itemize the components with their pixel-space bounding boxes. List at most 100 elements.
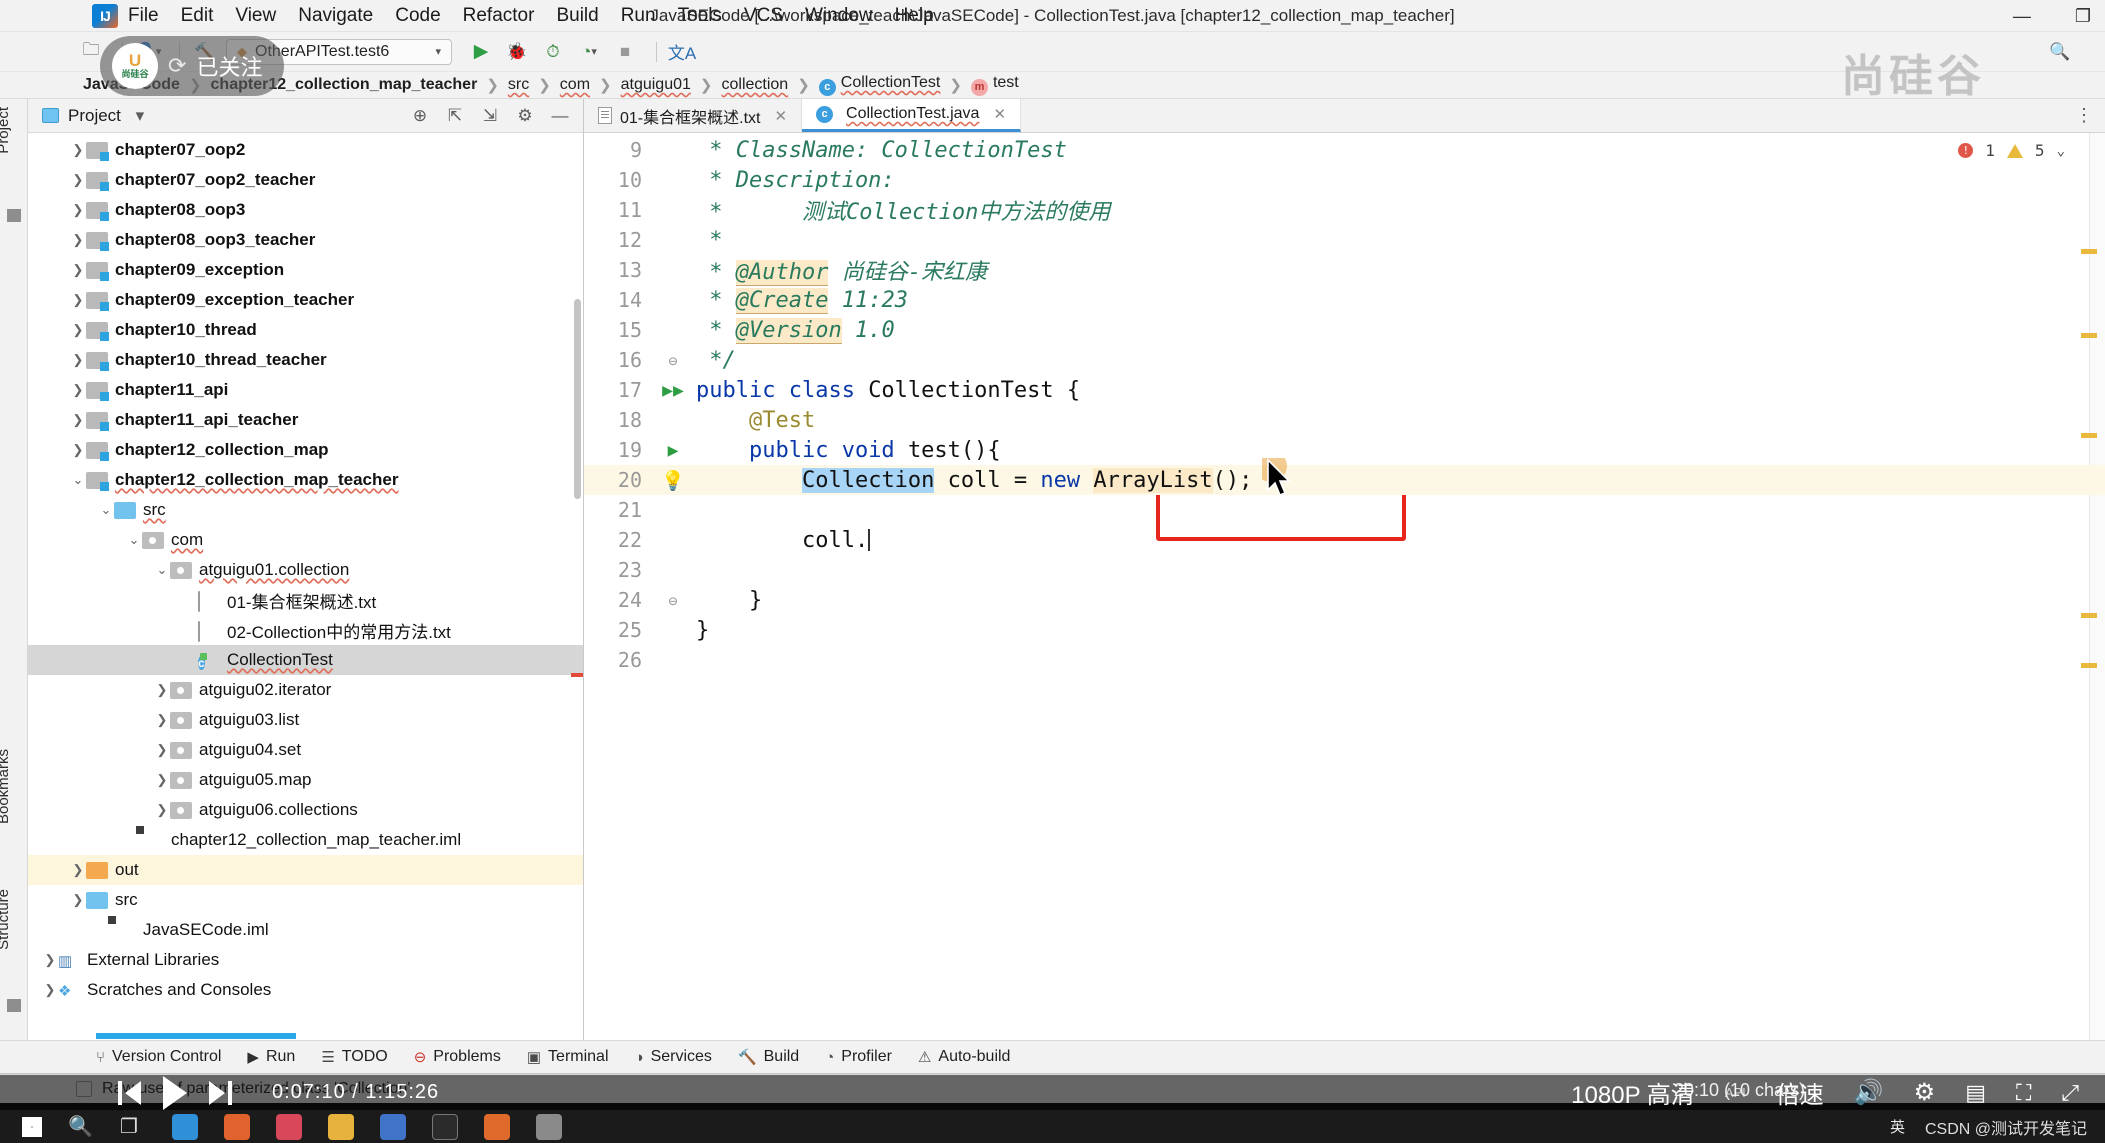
previous-icon[interactable] (118, 1081, 141, 1105)
chevron-right-icon[interactable]: ❯ (154, 742, 170, 758)
tree-item[interactable]: ❯▥External Libraries (28, 945, 583, 975)
minimize-button[interactable]: — (2013, 6, 2031, 27)
hide-icon[interactable]: — (547, 106, 573, 126)
menu-item-view[interactable]: View (235, 5, 276, 27)
chevron-down-icon[interactable]: ▾ (435, 45, 441, 58)
tree-item[interactable]: ❯chapter07_oop2_teacher (28, 165, 583, 195)
chevron-right-icon[interactable]: ❯ (70, 892, 86, 908)
toolwindow-build[interactable]: 🔨Build (738, 1048, 799, 1066)
toolwindow-run[interactable]: ▶Run (247, 1048, 295, 1066)
gear-icon[interactable]: ⚙ (512, 106, 538, 126)
chevron-right-icon[interactable]: ❯ (70, 442, 86, 458)
menu-item-build[interactable]: Build (556, 5, 598, 27)
window-controls[interactable]: — ❐ (2013, 0, 2091, 32)
breadcrumb-item-method[interactable]: mtest (964, 74, 1026, 96)
strip-label-structure[interactable]: Structure (0, 889, 23, 950)
toolwindow-problems[interactable]: ⊖Problems (414, 1048, 501, 1066)
translate-icon[interactable]: 文A (667, 38, 697, 66)
breadcrumb-item-atguigu01[interactable]: atguigu01 (614, 76, 698, 94)
stop-icon[interactable]: ■ (610, 38, 640, 66)
tree-item[interactable]: ·02-Collection中的常用方法.txt (28, 615, 583, 645)
tree-item[interactable]: ❯chapter10_thread_teacher (28, 345, 583, 375)
windows-start-icon[interactable] (22, 1117, 42, 1137)
chevron-right-icon[interactable]: ❯ (70, 202, 86, 218)
chevron-down-icon[interactable]: ⌄ (70, 472, 86, 488)
tree-item[interactable]: ·01-集合框架概述.txt (28, 585, 583, 615)
tree-item[interactable]: ❯chapter11_api_teacher (28, 405, 583, 435)
chevron-right-icon[interactable]: ❯ (70, 862, 86, 878)
task-view-icon[interactable]: ❐ (120, 1114, 146, 1140)
chevron-right-icon[interactable]: ❯ (42, 952, 58, 968)
follow-badge[interactable]: U 尚硅谷 ⟳ 已关注 (100, 36, 284, 96)
taskbar-app-edge[interactable] (172, 1114, 198, 1140)
menu-item-run[interactable]: Run (621, 5, 656, 27)
run-icon[interactable]: ▶ (466, 38, 496, 66)
tree-item[interactable]: ⌄com (28, 525, 583, 555)
code-fold-icon[interactable]: ⊖ (650, 590, 696, 611)
tree-item[interactable]: ❯atguigu02.iterator (28, 675, 583, 705)
intention-bulb-icon[interactable]: 💡 (650, 469, 696, 492)
toolwindow-services[interactable]: ◑Services (635, 1048, 712, 1066)
code-editor[interactable]: ! 1 5 ⌄ (584, 133, 2105, 1040)
tree-item[interactable]: ❯atguigu04.set (28, 735, 583, 765)
widescreen-icon[interactable]: ⛶ (2016, 1080, 2031, 1106)
menu-item-window[interactable]: Window (805, 5, 873, 27)
chevron-right-icon[interactable]: ❯ (70, 412, 86, 428)
run-class-icon[interactable]: ▶▶ (650, 380, 696, 401)
tree-item[interactable]: ·JavaSECode.iml (28, 915, 583, 945)
close-icon[interactable]: ✕ (774, 107, 787, 125)
toolwindow-profiler[interactable]: ◔Profiler (825, 1048, 892, 1066)
tree-item[interactable]: ❯atguigu03.list (28, 705, 583, 735)
menu-item-vcs[interactable]: VCS (744, 5, 783, 27)
play-icon[interactable] (163, 1076, 187, 1110)
tree-item[interactable]: ❯chapter09_exception (28, 255, 583, 285)
tab-options-icon[interactable]: ⋮ (2075, 99, 2105, 132)
taskbar-app-chrome[interactable] (276, 1114, 302, 1140)
breadcrumb-item-src[interactable]: src (501, 76, 536, 94)
menu-item-navigate[interactable]: Navigate (298, 5, 373, 27)
toolwindow-terminal[interactable]: ▣Terminal (527, 1048, 609, 1066)
chevron-right-icon[interactable]: ❯ (70, 142, 86, 158)
taskbar-app-intellij[interactable] (432, 1114, 458, 1140)
tree-item[interactable]: ⌄src (28, 495, 583, 525)
tree-item[interactable]: ❯chapter11_api (28, 375, 583, 405)
menu-item-refactor[interactable]: Refactor (463, 5, 535, 27)
menu-item-edit[interactable]: Edit (181, 5, 214, 27)
taskbar-app-explorer[interactable] (328, 1114, 354, 1140)
chevron-down-icon[interactable]: ⌄ (154, 562, 170, 578)
fullscreen-icon[interactable]: ⤢ (2061, 1080, 2079, 1106)
strip-project-icon[interactable] (7, 209, 21, 222)
run-method-icon[interactable]: ▶ (650, 440, 696, 461)
tree-item[interactable]: ❯atguigu06.collections (28, 795, 583, 825)
chevron-right-icon[interactable]: ❯ (154, 712, 170, 728)
coverage-icon[interactable]: ⏱ (538, 38, 568, 66)
menu-item-help[interactable]: Help (895, 5, 934, 27)
chevron-right-icon[interactable]: ❯ (70, 292, 86, 308)
tray-ime-icon[interactable]: 英 (1890, 1116, 1905, 1137)
toolwindow-todo[interactable]: ☰TODO (321, 1048, 387, 1066)
debug-icon[interactable]: 🐞 (502, 38, 532, 66)
chevron-right-icon[interactable]: ❯ (70, 232, 86, 248)
strip-label-bookmarks[interactable]: Bookmarks (0, 749, 23, 824)
code-fold-icon[interactable]: ⊖ (650, 350, 696, 371)
chevron-right-icon[interactable]: ❯ (154, 772, 170, 788)
tree-item[interactable]: ❯chapter12_collection_map (28, 435, 583, 465)
close-icon[interactable]: ✕ (993, 105, 1006, 123)
chevron-right-icon[interactable]: ❯ (70, 172, 86, 188)
chevron-right-icon[interactable]: ❯ (70, 382, 86, 398)
strip-label-project[interactable]: Project (0, 107, 23, 154)
maximize-button[interactable]: ❐ (2075, 6, 2091, 27)
tree-item[interactable]: ⌄chapter12_collection_map_teacher (28, 465, 583, 495)
tree-item[interactable]: ⌄atguigu01.collection (28, 555, 583, 585)
expand-icon[interactable]: ⇲ (477, 106, 503, 126)
tree-scrollbar[interactable] (574, 299, 581, 499)
breadcrumb-item-com[interactable]: com (553, 76, 597, 94)
taskbar-app-notes[interactable] (484, 1114, 510, 1140)
tab-txt-file[interactable]: 01-集合框架概述.txt ✕ (584, 99, 802, 132)
danmaku-icon[interactable]: ▤ (1965, 1080, 1986, 1106)
locate-icon[interactable]: ⊕ (407, 106, 433, 126)
tree-item[interactable]: ❯out (28, 855, 583, 885)
menu-item-tools[interactable]: Tools (678, 5, 722, 27)
tree-item[interactable]: ❯chapter08_oop3 (28, 195, 583, 225)
chevron-right-icon[interactable]: ❯ (70, 322, 86, 338)
